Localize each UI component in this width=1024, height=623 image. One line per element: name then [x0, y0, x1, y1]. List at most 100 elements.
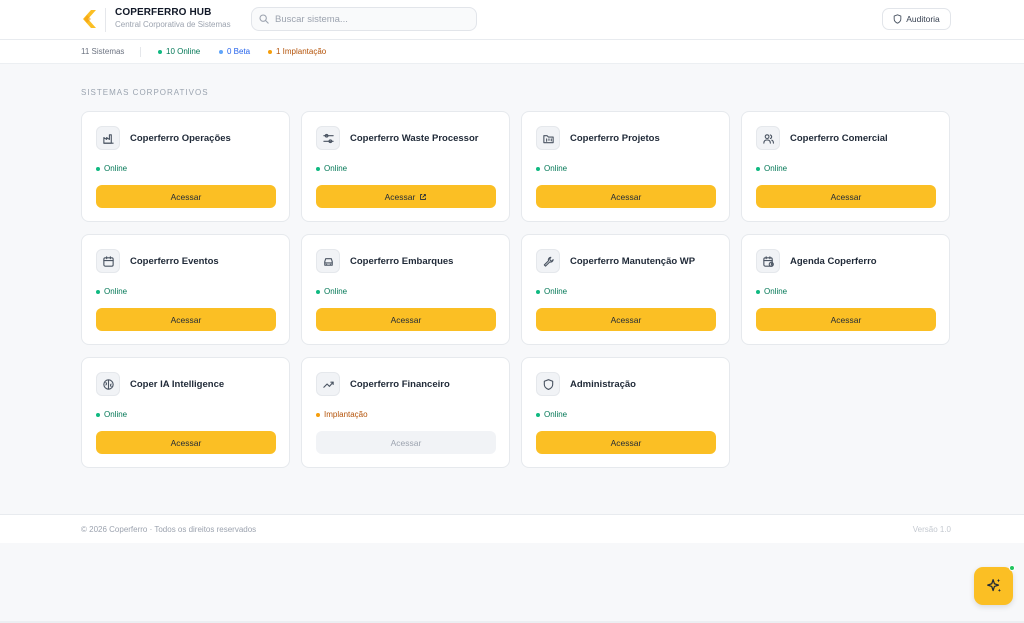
coperferro-logo-icon[interactable] [82, 10, 96, 28]
status-dot-icon [536, 412, 540, 417]
access-button: Acessar [316, 431, 496, 454]
system-status: Implantação [316, 410, 368, 419]
system-icon-wrap [756, 249, 780, 273]
system-card-coperferro-eventos: Coperferro Eventos Online Acessar [81, 234, 290, 345]
footer-version: Versão 1.0 [912, 525, 951, 534]
access-button-label: Acessar [170, 314, 202, 325]
system-card-coperferro-financeiro: Coperferro Financeiro Implantação Acessar [301, 357, 510, 468]
access-button[interactable]: Acessar [316, 185, 496, 208]
system-icon-wrap [96, 372, 120, 396]
page-footer: © 2026 Coperferro · Todos os direitos re… [0, 514, 1024, 543]
system-name: Coperferro Projetos [570, 133, 660, 144]
factory-icon [102, 133, 114, 144]
search-icon [259, 14, 269, 24]
status-dot-icon [316, 166, 320, 171]
status-label: Online [544, 287, 568, 296]
access-button[interactable]: Acessar [96, 308, 276, 331]
system-icon-wrap [536, 372, 560, 396]
status-dot-icon [756, 166, 760, 171]
status-label: Online [324, 287, 348, 296]
status-dot-icon [536, 166, 540, 171]
status-label: Online [104, 410, 128, 419]
access-button-label: Acessar [610, 191, 642, 202]
system-icon-wrap [756, 126, 780, 150]
system-card-coperferro-embarques: Coperferro Embarques Online Acessar [301, 234, 510, 345]
access-button[interactable]: Acessar [756, 308, 936, 331]
audit-button[interactable]: Auditoria [882, 8, 951, 30]
system-icon-wrap [96, 126, 120, 150]
access-button-label: Acessar [610, 437, 642, 448]
access-button-label: Acessar [170, 437, 202, 448]
system-status: Online [756, 287, 787, 296]
status-label: Online [764, 287, 788, 296]
online-dot-icon [158, 49, 162, 54]
external-link-icon [420, 193, 427, 200]
system-card-coper-ia-intelligence: Coper IA Intelligence Online Acessar [81, 357, 290, 468]
folder-kanban-icon [542, 134, 554, 143]
shield-icon [893, 14, 902, 24]
users-icon [762, 133, 774, 144]
header-divider [105, 8, 106, 32]
search-box[interactable] [251, 7, 477, 31]
system-name: Coperferro Manutenção WP [570, 256, 696, 267]
status-summary-bar: 11 Sistemas 10 Online 0 Beta 1 Implantaç… [0, 40, 1024, 64]
access-button-label: Acessar [830, 314, 862, 325]
access-button-label: Acessar [390, 437, 422, 448]
brain-icon [102, 378, 114, 390]
status-label: Online [764, 164, 788, 173]
access-button[interactable]: Acessar [96, 185, 276, 208]
status-label: Online [104, 287, 128, 296]
system-name: Coperferro Operações [130, 133, 231, 144]
access-button-label: Acessar [830, 191, 862, 202]
ai-assistant-button[interactable] [974, 567, 1013, 605]
system-card-coperferro-comercial: Coperferro Comercial Online Acessar [741, 111, 950, 222]
status-label: Online [544, 410, 568, 419]
access-button-label: Acessar [170, 191, 202, 202]
status-label: Online [324, 164, 348, 173]
system-name: Coperferro Financeiro [350, 379, 450, 390]
system-icon-wrap [316, 372, 340, 396]
access-button[interactable]: Acessar [756, 185, 936, 208]
stats-divider [140, 47, 141, 57]
system-status: Online [316, 164, 347, 173]
trending-up-icon [322, 381, 334, 388]
system-card-administracao: Administração Online Acessar [521, 357, 730, 468]
system-status: Online [316, 287, 347, 296]
access-button[interactable]: Acessar [536, 185, 716, 208]
search-input[interactable] [275, 13, 465, 25]
status-dot-icon [536, 289, 540, 294]
system-status: Online [96, 410, 127, 419]
beta-dot-icon [219, 49, 223, 54]
system-icon-wrap [316, 249, 340, 273]
access-button[interactable]: Acessar [536, 308, 716, 331]
system-status: Online [536, 287, 567, 296]
system-card-coperferro-projetos: Coperferro Projetos Online Acessar [521, 111, 730, 222]
status-label: Online [544, 164, 568, 173]
online-count: 10 Online [158, 47, 200, 56]
system-card-coperferro-operacoes: Coperferro Operações Online Acessar [81, 111, 290, 222]
status-dot-icon [316, 289, 320, 294]
status-dot-icon [316, 412, 320, 417]
system-icon-wrap [536, 126, 560, 150]
system-icon-wrap [96, 249, 120, 273]
total-systems-count: 11 Sistemas [81, 47, 125, 56]
access-button[interactable]: Acessar [96, 431, 276, 454]
implantacao-count-label: 1 Implantação [276, 47, 327, 56]
shield-icon [543, 378, 553, 390]
footer-copyright: © 2026 Coperferro · Todos os direitos re… [81, 525, 257, 534]
access-button[interactable]: Acessar [536, 431, 716, 454]
section-title: SISTEMAS CORPORATIVOS [81, 88, 209, 97]
system-icon-wrap [536, 249, 560, 273]
status-dot-icon [96, 412, 100, 417]
system-name: Coperferro Comercial [790, 133, 888, 144]
system-status: Online [96, 164, 127, 173]
access-button-label: Acessar [384, 191, 416, 202]
implantacao-dot-icon [268, 49, 272, 54]
calendar-icon [102, 255, 114, 267]
system-icon-wrap [316, 126, 340, 150]
access-button-label: Acessar [610, 314, 642, 325]
system-name: Administração [570, 379, 636, 390]
status-label: Online [104, 164, 128, 173]
access-button[interactable]: Acessar [316, 308, 496, 331]
online-count-label: 10 Online [166, 47, 201, 56]
